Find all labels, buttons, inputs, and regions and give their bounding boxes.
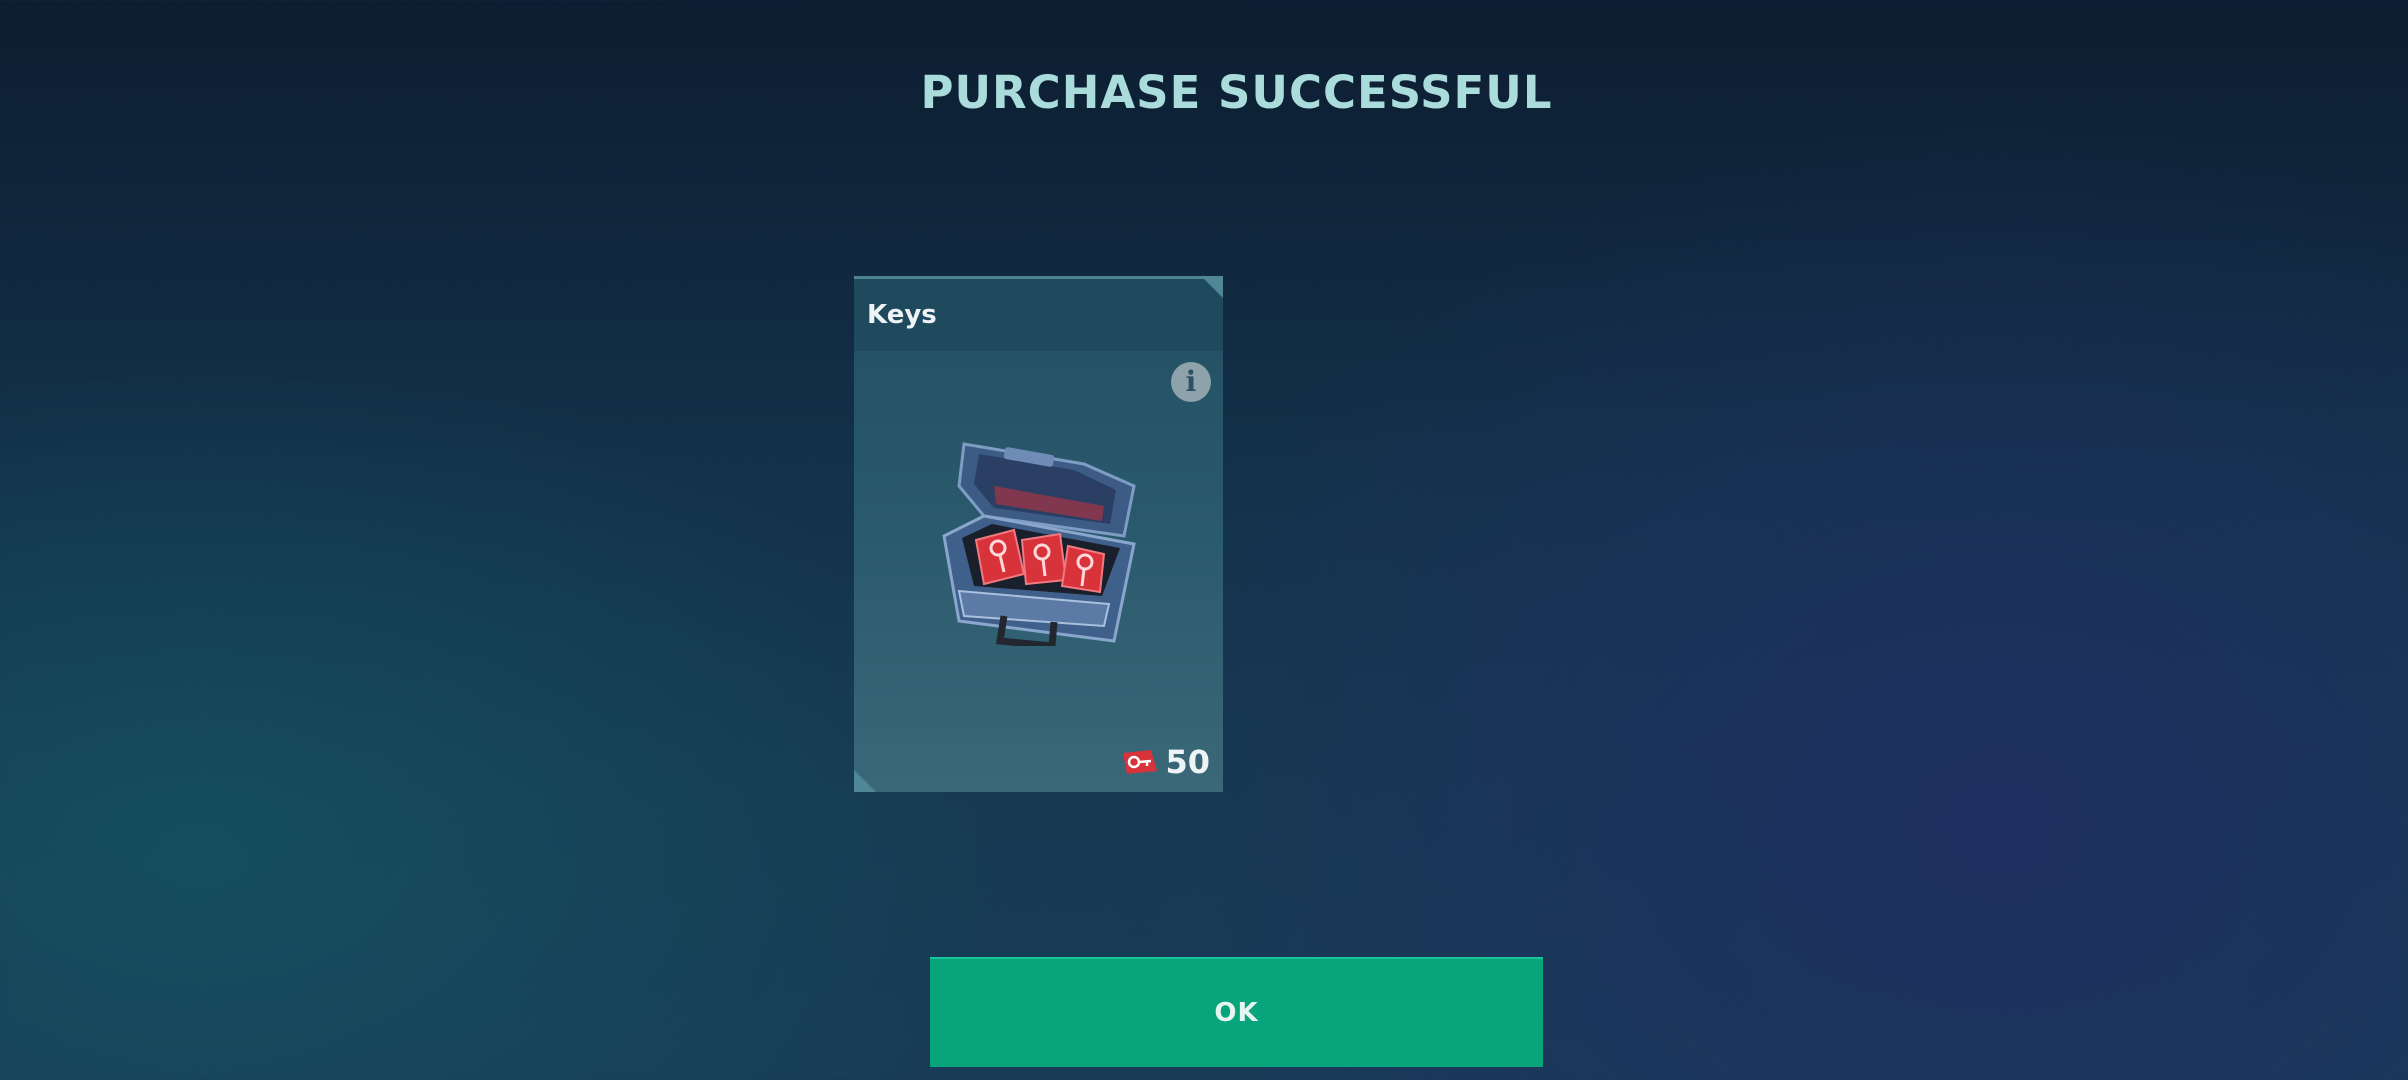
card-corner-decoration bbox=[1201, 276, 1223, 298]
page-title: PURCHASE SUCCESSFUL bbox=[920, 66, 1553, 119]
item-card[interactable]: Keys i 50 bbox=[854, 276, 1223, 792]
key-currency-icon bbox=[1123, 750, 1158, 774]
card-title: Keys bbox=[867, 300, 937, 330]
key-chest-image bbox=[942, 442, 1136, 646]
card-header: Keys bbox=[854, 279, 1223, 351]
purchase-success-screen: PURCHASE SUCCESSFUL Keys i 50 OK bbox=[0, 0, 2408, 1080]
ok-button[interactable]: OK bbox=[930, 957, 1543, 1067]
info-icon[interactable]: i bbox=[1171, 362, 1211, 402]
card-corner-decoration bbox=[854, 770, 876, 792]
price-tag: 50 bbox=[1123, 742, 1210, 782]
price-amount: 50 bbox=[1165, 743, 1210, 781]
